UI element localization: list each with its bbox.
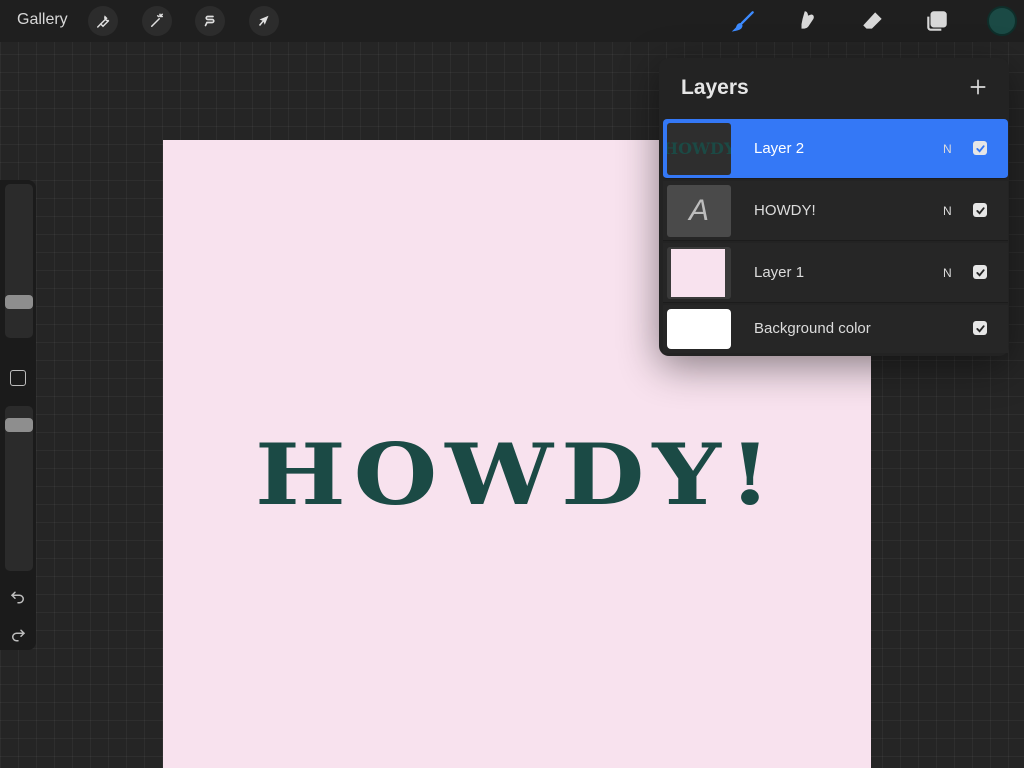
layer-row[interactable]: HOWDY! Layer 2 N bbox=[663, 119, 1008, 179]
layer-name: HOWDY! bbox=[754, 202, 816, 219]
wrench-icon[interactable] bbox=[88, 6, 118, 36]
redo-icon[interactable] bbox=[8, 624, 28, 644]
layers-icon[interactable] bbox=[920, 5, 954, 37]
arrow-cursor-icon[interactable] bbox=[249, 6, 279, 36]
thumbnail-text: HOWDY! bbox=[667, 139, 731, 158]
eraser-icon[interactable] bbox=[856, 5, 890, 37]
layer-name: Layer 2 bbox=[754, 140, 805, 157]
smudge-icon[interactable] bbox=[791, 5, 825, 37]
color-picker-button[interactable] bbox=[987, 6, 1017, 36]
layer-thumbnail bbox=[667, 247, 731, 299]
plus-icon[interactable] bbox=[965, 74, 991, 100]
text-layer-icon: A bbox=[667, 185, 731, 237]
visibility-checkbox[interactable] bbox=[973, 321, 987, 335]
layer-row[interactable]: A HOWDY! N bbox=[663, 181, 1008, 241]
blend-mode-button[interactable]: N bbox=[943, 266, 952, 280]
background-color-swatch[interactable] bbox=[667, 309, 731, 349]
layers-title: Layers bbox=[681, 76, 749, 99]
layer-row[interactable]: Background color bbox=[663, 305, 1008, 353]
blend-mode-button[interactable]: N bbox=[943, 142, 952, 156]
layer-thumbnail: HOWDY! bbox=[667, 123, 731, 175]
modify-button[interactable] bbox=[10, 370, 26, 386]
undo-icon[interactable] bbox=[8, 586, 28, 606]
visibility-checkbox[interactable] bbox=[973, 203, 987, 217]
top-toolbar: Gallery bbox=[0, 0, 1024, 42]
magic-wand-icon[interactable] bbox=[142, 6, 172, 36]
layer-name: Layer 1 bbox=[754, 264, 805, 281]
visibility-checkbox[interactable] bbox=[973, 265, 987, 279]
layer-row[interactable]: Layer 1 N bbox=[663, 243, 1008, 303]
visibility-checkbox[interactable] bbox=[973, 141, 987, 155]
brush-icon[interactable] bbox=[727, 5, 761, 37]
layers-panel: Layers HOWDY! Layer 2 N A HOWDY! N Layer… bbox=[659, 58, 1009, 356]
gallery-button[interactable]: Gallery bbox=[17, 11, 68, 29]
left-sidebar bbox=[0, 180, 36, 650]
selection-s-icon[interactable] bbox=[195, 6, 225, 36]
layer-name: Background color bbox=[754, 320, 871, 337]
blend-mode-button[interactable]: N bbox=[943, 204, 952, 218]
brush-size-slider[interactable] bbox=[5, 184, 33, 338]
brush-size-thumb[interactable] bbox=[5, 295, 33, 309]
opacity-thumb[interactable] bbox=[5, 418, 33, 432]
canvas-howdy-text: HOWDY! bbox=[254, 424, 780, 525]
